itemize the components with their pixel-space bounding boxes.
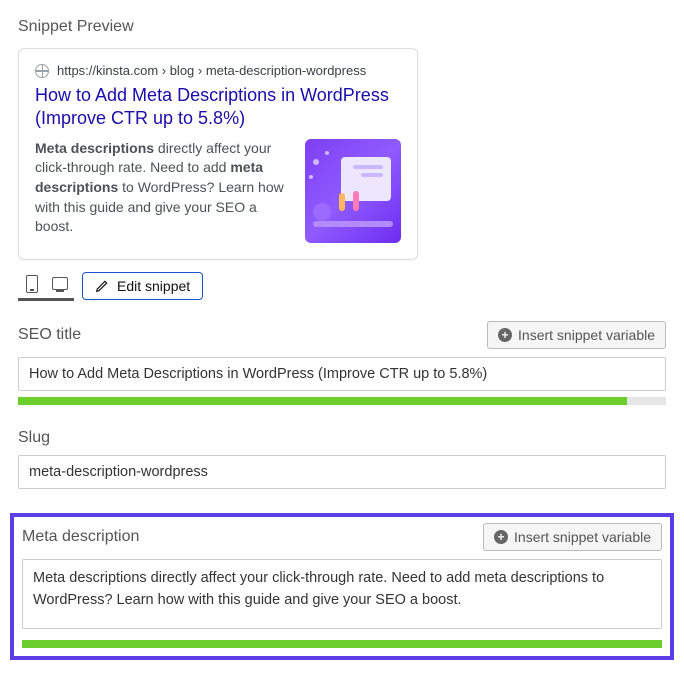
edit-snippet-label: Edit snippet — [117, 278, 190, 294]
meta-description-label: Meta description — [22, 528, 139, 546]
meta-description-highlight: Meta description + Insert snippet variab… — [10, 513, 674, 660]
meta-description-progress — [22, 640, 662, 648]
preview-url-row: https://kinsta.com › blog › meta-descrip… — [35, 63, 401, 78]
plus-circle-icon: + — [498, 328, 512, 342]
slug-block: Slug — [18, 429, 666, 489]
meta-description-block: Meta description + Insert snippet variab… — [22, 523, 662, 648]
insert-variable-button-seo[interactable]: + Insert snippet variable — [487, 321, 666, 349]
meta-description-input[interactable] — [22, 559, 662, 629]
section-heading: Snippet Preview — [18, 18, 666, 36]
meta-description-progress-fill — [22, 640, 662, 648]
desktop-icon — [52, 277, 68, 290]
insert-variable-label: Insert snippet variable — [514, 529, 651, 545]
preview-thumbnail — [305, 139, 401, 243]
plus-circle-icon: + — [494, 530, 508, 544]
preview-desc-bold: Meta descriptions — [35, 140, 154, 156]
seo-title-block: SEO title + Insert snippet variable — [18, 321, 666, 405]
insert-variable-label: Insert snippet variable — [518, 327, 655, 343]
edit-snippet-button[interactable]: Edit snippet — [82, 272, 203, 300]
seo-title-label: SEO title — [18, 326, 81, 344]
seo-title-progress — [18, 397, 666, 405]
mobile-icon — [26, 275, 38, 293]
snippet-preview-card: https://kinsta.com › blog › meta-descrip… — [18, 48, 418, 260]
slug-input[interactable] — [18, 455, 666, 489]
device-toggle-group — [18, 272, 74, 301]
mobile-preview-button[interactable] — [18, 272, 46, 296]
seo-title-input[interactable] — [18, 357, 666, 391]
preview-url: https://kinsta.com › blog › meta-descrip… — [57, 63, 366, 78]
slug-label: Slug — [18, 429, 50, 447]
seo-title-progress-fill — [18, 397, 627, 405]
desktop-preview-button[interactable] — [46, 272, 74, 296]
insert-variable-button-meta[interactable]: + Insert snippet variable — [483, 523, 662, 551]
globe-icon — [35, 64, 49, 78]
preview-title: How to Add Meta Descriptions in WordPres… — [35, 84, 401, 131]
pencil-icon — [95, 279, 109, 293]
preview-description: Meta descriptions directly affect your c… — [35, 139, 289, 243]
preview-toolbar: Edit snippet — [18, 272, 666, 301]
